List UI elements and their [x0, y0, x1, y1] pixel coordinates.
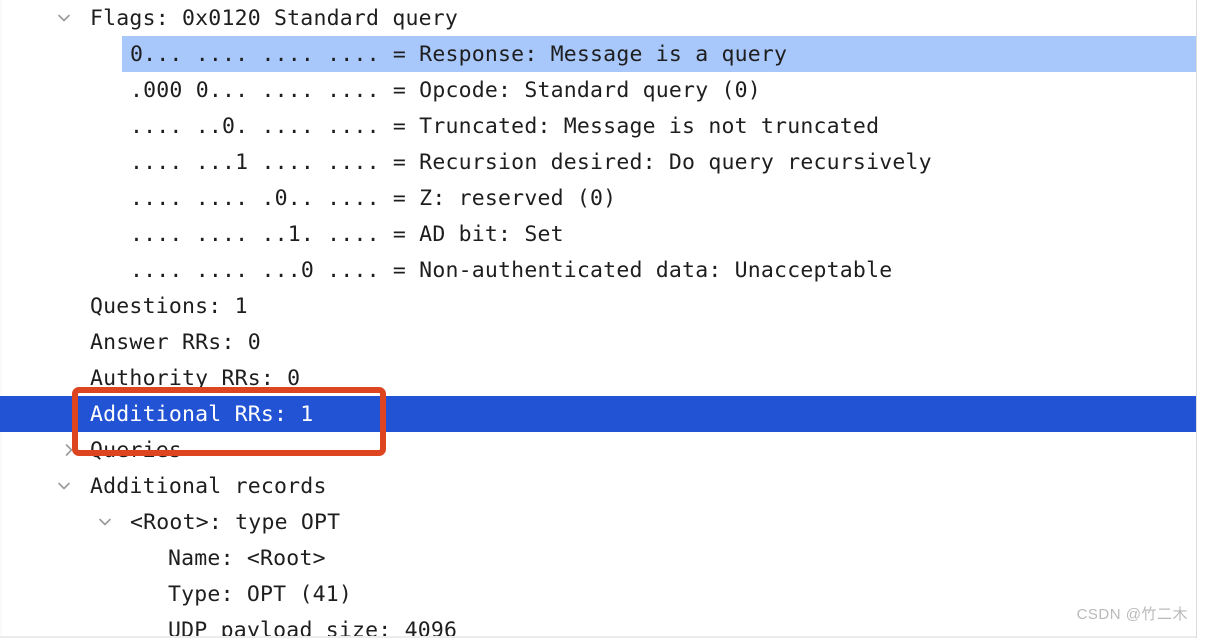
tree-row-opcode-bit-label: .000 0... .... .... = Opcode: Standard q… — [130, 77, 761, 103]
tree-row-name-label: Name: <Root> — [168, 545, 326, 571]
tree-row-queries-label: Queries — [90, 437, 183, 463]
tree-row-additional-rrs-label: Additional RRs: 1 — [90, 401, 314, 427]
tree-row-authority-rrs[interactable]: Authority RRs: 0 — [0, 360, 1196, 396]
tree-row-truncated-bit[interactable]: .... ..0. .... .... = Truncated: Message… — [0, 108, 1196, 144]
tree-row-ad-bit-label: .... .... ..1. .... = AD bit: Set — [130, 221, 564, 247]
tree-row-authority-rrs-label: Authority RRs: 0 — [90, 365, 301, 391]
tree-row-name[interactable]: Name: <Root> — [0, 540, 1196, 576]
tree-row-type[interactable]: Type: OPT (41) — [0, 576, 1196, 612]
tree-row-questions-label: Questions: 1 — [90, 293, 248, 319]
tree-row-recursion-desired-bit-label: .... ...1 .... .... = Recursion desired:… — [130, 149, 932, 175]
tree-row-udp-payload-size[interactable]: UDP payload size: 4096 — [0, 612, 1196, 638]
tree-row-flags-label: Flags: 0x0120 Standard query — [90, 5, 459, 31]
tree-row-additional-records-label: Additional records — [90, 473, 327, 499]
tree-row-root-opt-label: <Root>: type OPT — [130, 509, 341, 535]
tree-row-type-label: Type: OPT (41) — [168, 581, 353, 607]
tree-row-additional-rrs[interactable]: Additional RRs: 1 — [0, 396, 1196, 432]
tree-row-recursion-desired-bit[interactable]: .... ...1 .... .... = Recursion desired:… — [0, 144, 1196, 180]
tree-row-non-authenticated-data-bit[interactable]: .... .... ...0 .... = Non-authenticated … — [0, 252, 1196, 288]
tree-row-response-bit-label: 0... .... .... .... = Response: Message … — [130, 41, 788, 67]
tree-row-response-bit[interactable]: 0... .... .... .... = Response: Message … — [122, 36, 1196, 72]
tree-row-truncated-bit-label: .... ..0. .... .... = Truncated: Message… — [130, 113, 880, 139]
screenshot-root: Flags: 0x0120 Standard query 0... .... ..… — [0, 0, 1210, 638]
tree-row-udp-payload-size-label: UDP payload size: 4096 — [168, 617, 458, 638]
watermark-text: CSDN @竹二木 — [1076, 606, 1188, 623]
tree-row-answer-rrs-label: Answer RRs: 0 — [90, 329, 261, 355]
tree-row-opcode-bit[interactable]: .000 0... .... .... = Opcode: Standard q… — [0, 72, 1196, 108]
tree-row-additional-records[interactable]: Additional records — [0, 468, 1196, 504]
tree-row-answer-rrs[interactable]: Answer RRs: 0 — [0, 324, 1196, 360]
vertical-scrollbar-gutter[interactable] — [1196, 0, 1210, 638]
tree-row-z-bit[interactable]: .... .... .0.. .... = Z: reserved (0) — [0, 180, 1196, 216]
tree-row-queries[interactable]: Queries — [0, 432, 1196, 468]
tree-row-root-opt[interactable]: <Root>: type OPT — [0, 504, 1196, 540]
packet-details-tree[interactable]: Flags: 0x0120 Standard query 0... .... ..… — [0, 0, 1196, 638]
tree-row-questions[interactable]: Questions: 1 — [0, 288, 1196, 324]
tree-row-non-authenticated-data-bit-label: .... .... ...0 .... = Non-authenticated … — [130, 257, 893, 283]
tree-row-flags[interactable]: Flags: 0x0120 Standard query — [0, 0, 1196, 36]
tree-row-z-bit-label: .... .... .0.. .... = Z: reserved (0) — [130, 185, 617, 211]
tree-row-ad-bit[interactable]: .... .... ..1. .... = AD bit: Set — [0, 216, 1196, 252]
